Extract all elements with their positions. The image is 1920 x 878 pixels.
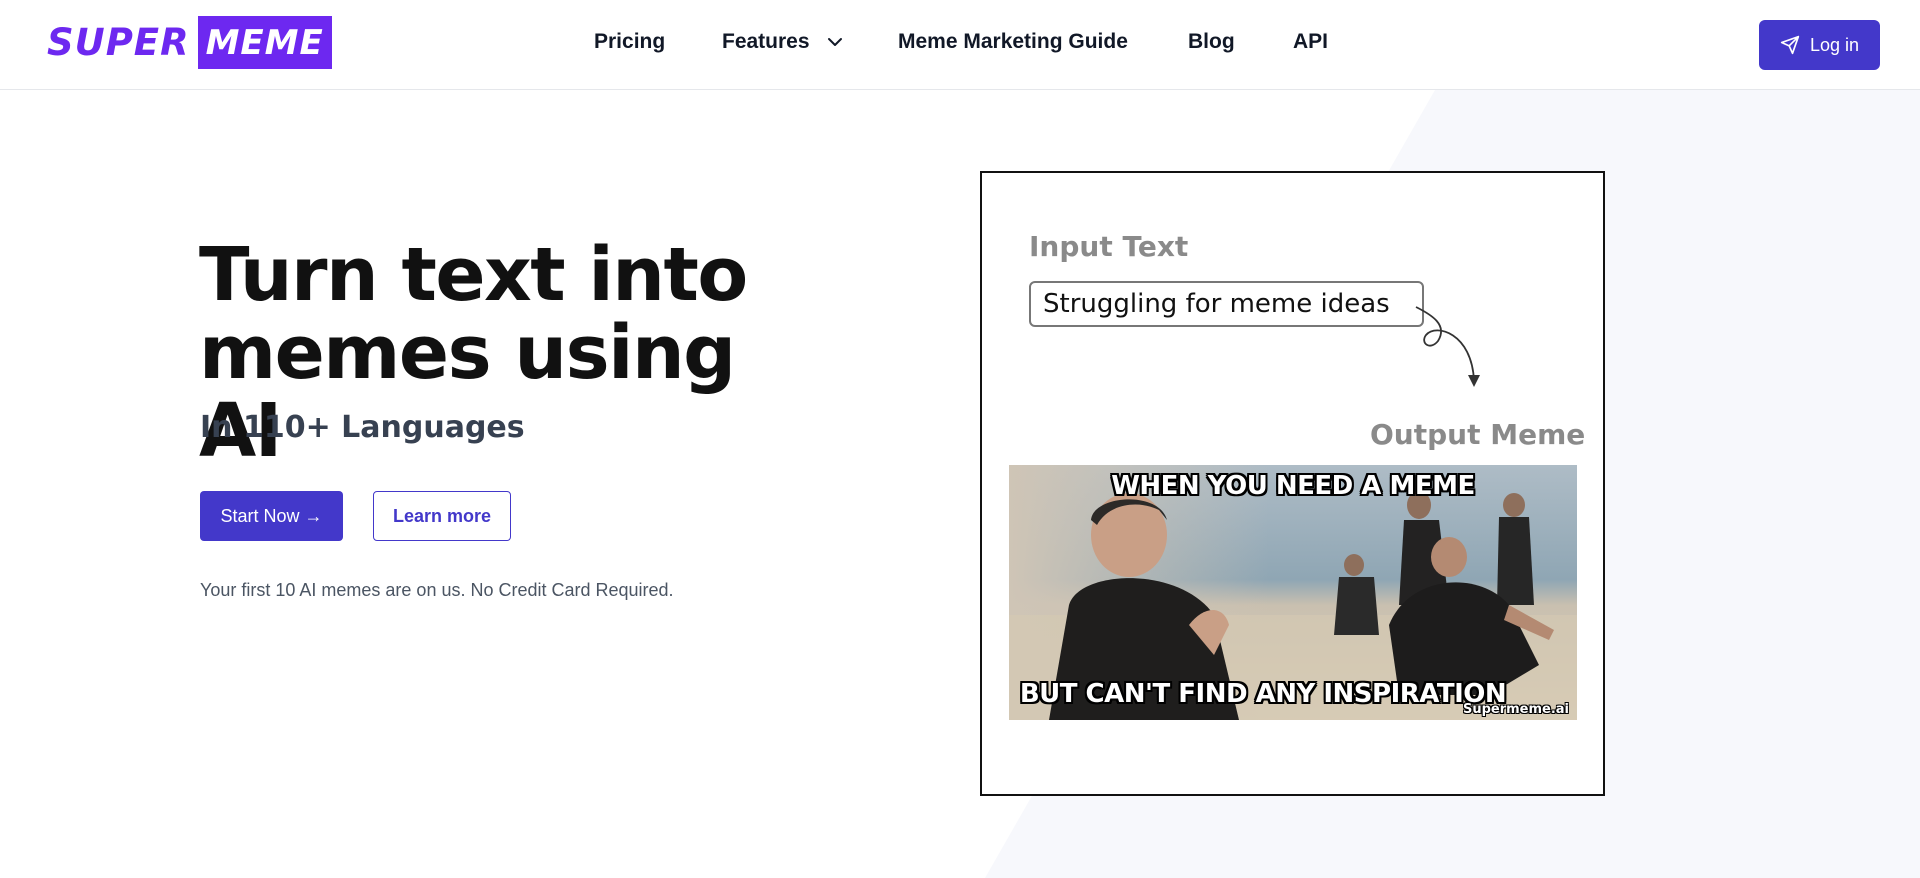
site-header: SUPER MEME Pricing Features Meme Marketi… [0, 0, 1920, 90]
curved-arrow-icon [1415, 306, 1480, 387]
start-now-button[interactable]: Start Now → [200, 491, 343, 541]
input-text-value: Struggling for meme ideas [1043, 289, 1390, 319]
login-button[interactable]: Log in [1759, 20, 1880, 70]
input-text-label: Input Text [1029, 230, 1189, 263]
input-text-box: Struggling for meme ideas [1029, 281, 1424, 327]
learn-more-button[interactable]: Learn more [373, 491, 511, 541]
nav-pricing[interactable]: Pricing [594, 30, 665, 54]
nav-meme-marketing-guide[interactable]: Meme Marketing Guide [898, 30, 1128, 54]
hero-note: Your first 10 AI memes are on us. No Cre… [200, 580, 674, 600]
logo-meme-box: MEME [197, 16, 332, 69]
logo-text-super: SUPER [47, 21, 190, 64]
login-label: Log in [1809, 34, 1860, 55]
chevron-down-icon [828, 38, 843, 47]
logo-text-meme: MEME [205, 22, 324, 63]
nav-blog[interactable]: Blog [1188, 30, 1235, 54]
meme-top-text: WHEN YOU NEED A MEME [1111, 471, 1475, 501]
meme-image: WHEN YOU NEED A MEME BUT CAN'T FIND ANY … [1009, 465, 1577, 720]
demo-card: Input Text Struggling for meme ideas Out… [980, 171, 1605, 796]
nav-features[interactable]: Features [722, 30, 843, 54]
logo[interactable]: SUPER MEME [47, 16, 332, 69]
hero-subtitle: In 110+ Languages [200, 410, 525, 445]
meme-watermark: Supermeme.ai [1462, 702, 1569, 717]
send-icon [1780, 35, 1800, 55]
nav-features-label: Features [722, 30, 810, 53]
output-meme-label: Output Meme [1370, 418, 1586, 451]
nav-api[interactable]: API [1293, 30, 1328, 54]
